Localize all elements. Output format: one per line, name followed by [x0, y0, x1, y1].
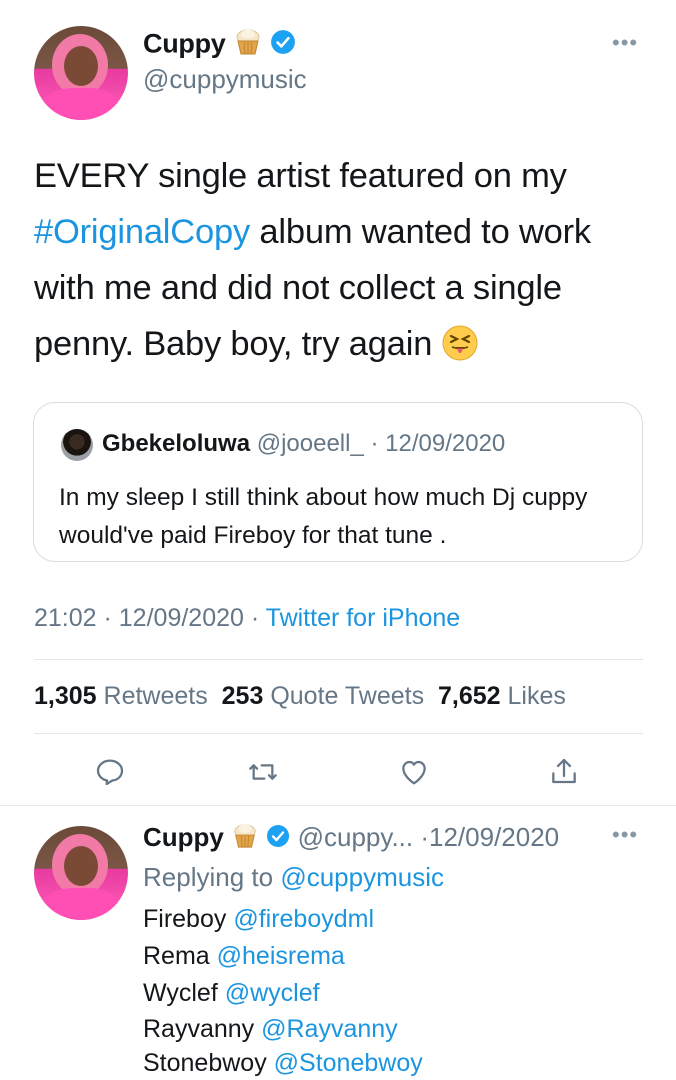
- quote-tweets-label: Quote Tweets: [270, 682, 425, 710]
- tweet-text-part: EVERY single artist featured on my: [34, 157, 567, 195]
- mention-link[interactable]: @fireboydml: [233, 905, 374, 933]
- author-handle[interactable]: @cuppymusic: [143, 64, 307, 95]
- quoted-author-avatar: [61, 429, 93, 461]
- divider: [0, 805, 676, 806]
- quoted-tweet-text: In my sleep I still think about how much…: [59, 484, 588, 549]
- reply-line: Stonebwoy @Stonebwoy: [143, 1049, 423, 1078]
- quoted-tweet-card[interactable]: Gbekeloluwa @jooeell_ · 12/09/2020 In my…: [33, 402, 643, 562]
- author-name[interactable]: Cuppy: [143, 28, 296, 63]
- divider: [34, 659, 643, 660]
- reply-line: Rayvanny @Rayvanny: [143, 1015, 398, 1044]
- like-icon: [402, 760, 426, 785]
- replying-to-label: Replying to: [143, 862, 281, 892]
- mention-link[interactable]: @heisrema: [217, 942, 345, 970]
- retweets-stat[interactable]: 1,305 Retweets: [34, 682, 208, 710]
- quote-tweets-stat[interactable]: 253 Quote Tweets: [222, 682, 424, 710]
- likes-count: 7,652: [438, 682, 501, 710]
- tweet-text: EVERY single artist featured on my #Orig…: [34, 148, 654, 378]
- reply-line: Fireboy @fireboydml: [143, 905, 374, 934]
- retweets-label: Retweets: [103, 682, 208, 710]
- verified-badge-icon: [270, 29, 296, 62]
- reply-button[interactable]: [94, 756, 126, 788]
- separator-dot: ·: [413, 822, 429, 852]
- tweet-timestamp: 21:02 · 12/09/2020 · Twitter for iPhone: [34, 604, 460, 633]
- verified-badge-icon: [266, 824, 290, 855]
- author-name-text[interactable]: Cuppy: [143, 29, 226, 59]
- separator-dot: ·: [243, 604, 266, 632]
- artist-name: Stonebwoy: [143, 1049, 267, 1077]
- reply-icon: [96, 759, 124, 786]
- artist-name: Rema: [143, 942, 210, 970]
- quoted-author-name: Gbekeloluwa: [102, 430, 251, 457]
- divider: [34, 733, 643, 734]
- quoted-author-handle: @jooeell_: [256, 430, 364, 457]
- separator-dot: ·: [96, 604, 119, 632]
- reply-line: Wyclef @wyclef: [143, 979, 320, 1008]
- tweet-source-link[interactable]: Twitter for iPhone: [266, 604, 461, 632]
- separator-dot: ·: [363, 430, 386, 457]
- like-button[interactable]: [398, 756, 430, 788]
- tweet-stats: 1,305 Retweets 253 Quote Tweets 7,652 Li…: [34, 682, 566, 711]
- hashtag-link[interactable]: #OriginalCopy: [34, 213, 250, 251]
- reply-author-avatar[interactable]: [34, 826, 128, 920]
- retweets-count: 1,305: [34, 682, 97, 710]
- reply-line: Rema @heisrema: [143, 942, 345, 971]
- cupcake-icon: [231, 823, 259, 856]
- artist-name: Wyclef: [143, 979, 218, 1007]
- more-options-button[interactable]: •••: [612, 30, 638, 56]
- share-icon: [552, 758, 576, 784]
- replying-to-link[interactable]: @cuppymusic: [280, 862, 444, 892]
- tweet-time[interactable]: 21:02: [34, 604, 97, 632]
- quote-tweets-count: 253: [221, 682, 264, 710]
- reply-more-options-button[interactable]: •••: [612, 822, 638, 848]
- likes-stat[interactable]: 7,652 Likes: [438, 682, 566, 710]
- quoted-tweet-header: Gbekeloluwa @jooeell_ · 12/09/2020: [102, 430, 505, 458]
- reply-author-handle[interactable]: @cuppy...: [298, 822, 414, 852]
- tweet-date[interactable]: 12/09/2020: [119, 604, 244, 632]
- artist-name: Fireboy: [143, 905, 227, 933]
- squinting-tongue-emoji-icon: [442, 322, 478, 378]
- author-avatar[interactable]: [34, 26, 128, 120]
- reply-header: Cuppy @cuppy... ·12/09/2020: [143, 822, 559, 856]
- mention-link[interactable]: @Stonebwoy: [274, 1049, 423, 1077]
- artist-name: Rayvanny: [143, 1015, 255, 1043]
- likes-label: Likes: [507, 682, 566, 710]
- replying-to: Replying to @cuppymusic: [143, 862, 444, 893]
- mention-link[interactable]: @Rayvanny: [261, 1015, 398, 1043]
- mention-link[interactable]: @wyclef: [225, 979, 320, 1007]
- reply-author-name[interactable]: Cuppy: [143, 822, 224, 852]
- share-button[interactable]: [548, 756, 580, 788]
- quoted-tweet-date: 12/09/2020: [385, 430, 506, 457]
- retweet-icon: [249, 764, 277, 780]
- reply-date[interactable]: 12/09/2020: [429, 822, 559, 852]
- retweet-button[interactable]: [247, 756, 279, 788]
- cupcake-icon: [233, 28, 263, 63]
